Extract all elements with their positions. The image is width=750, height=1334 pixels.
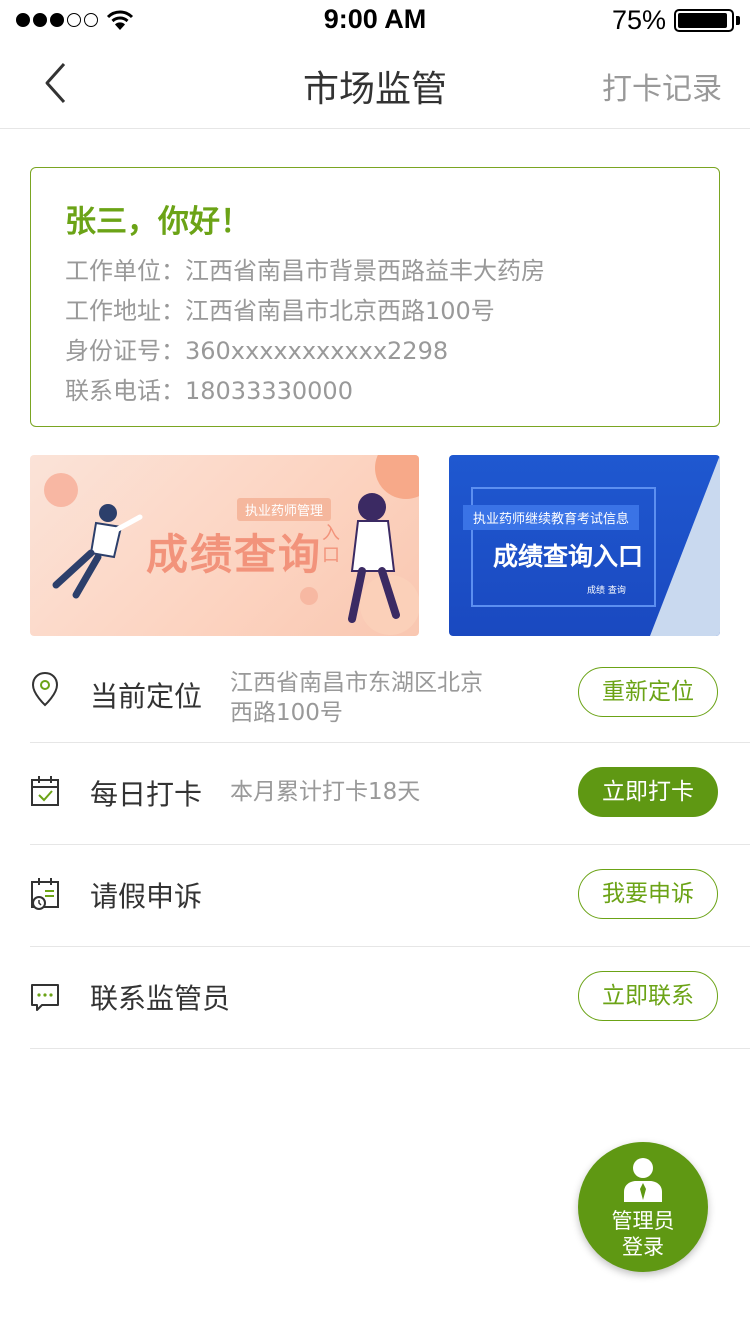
- contact-now-button[interactable]: 立即联系: [578, 971, 718, 1021]
- calendar-check-icon: [31, 776, 59, 806]
- row-leave-appeal: 请假申诉 我要申诉: [30, 845, 750, 947]
- fab-label-line1: 管理员: [611, 1209, 675, 1233]
- row-label: 联系监管员: [90, 982, 231, 1015]
- fab-label-line2: 登录: [622, 1235, 664, 1259]
- banner-diagonal: [650, 455, 720, 636]
- checkin-count: 本月累计打卡18天: [230, 779, 421, 805]
- row-label: 当前定位: [90, 680, 203, 713]
- row-label: 每日打卡: [90, 778, 203, 811]
- status-bar: 9:00 AM 75%: [0, 0, 750, 40]
- score-query-banner-1[interactable]: 执业药师管理 成绩查询 入口: [30, 455, 419, 636]
- checkin-now-button[interactable]: 立即打卡: [578, 767, 718, 817]
- chat-bubble-icon: [31, 984, 59, 1011]
- phone-number: 联系电话：18033330000: [65, 377, 353, 405]
- checkin-records-link[interactable]: 打卡记录: [602, 64, 722, 108]
- appeal-button[interactable]: 我要申诉: [578, 869, 718, 919]
- user-info-card: 张三，你好！ 工作单位：江西省南昌市背景西路益丰大药房 工作地址：江西省南昌市北…: [30, 167, 720, 427]
- row-label: 请假申诉: [90, 880, 203, 913]
- doctor-illustration-icon: [52, 504, 143, 599]
- banner-tag: 执业药师继续教育考试信息: [463, 505, 640, 530]
- nav-bar: 市场监管 打卡记录: [0, 40, 750, 129]
- banner-subtitle: 入口: [322, 523, 340, 566]
- row-contact-supervisor: 联系监管员 立即联系: [30, 947, 750, 1049]
- location-pin-icon: [31, 671, 59, 707]
- banner-footer: 成绩 查询: [587, 586, 626, 596]
- calendar-clock-icon: [31, 878, 59, 910]
- work-address: 工作地址：江西省南昌市北京西路100号: [65, 297, 495, 325]
- battery-icon: [674, 9, 734, 32]
- greeting: 张三，你好！: [65, 204, 251, 240]
- battery-percentage: 75%: [611, 5, 666, 35]
- banner-title: 成绩查询入口: [493, 542, 644, 571]
- banner-title: 成绩查询: [146, 530, 323, 579]
- work-unit: 工作单位：江西省南昌市背景西路益丰大药房: [65, 257, 545, 285]
- score-query-banner-2[interactable]: 执业药师继续教育考试信息 成绩查询入口 成绩 查询: [449, 455, 720, 636]
- current-address: 江西省南昌市东湖区北京 西路100号: [230, 670, 483, 726]
- row-current-location: 当前定位 江西省南昌市东湖区北京 西路100号 重新定位: [30, 641, 750, 743]
- admin-user-icon: [624, 1158, 662, 1202]
- relocate-button[interactable]: 重新定位: [578, 667, 718, 717]
- admin-login-button[interactable]: 管理员 登录: [578, 1142, 708, 1272]
- banner-tag: 执业药师管理: [237, 498, 332, 521]
- id-number: 身份证号：360xxxxxxxxxxx2298: [65, 337, 449, 365]
- row-daily-checkin: 每日打卡 本月累计打卡18天 立即打卡: [30, 743, 750, 845]
